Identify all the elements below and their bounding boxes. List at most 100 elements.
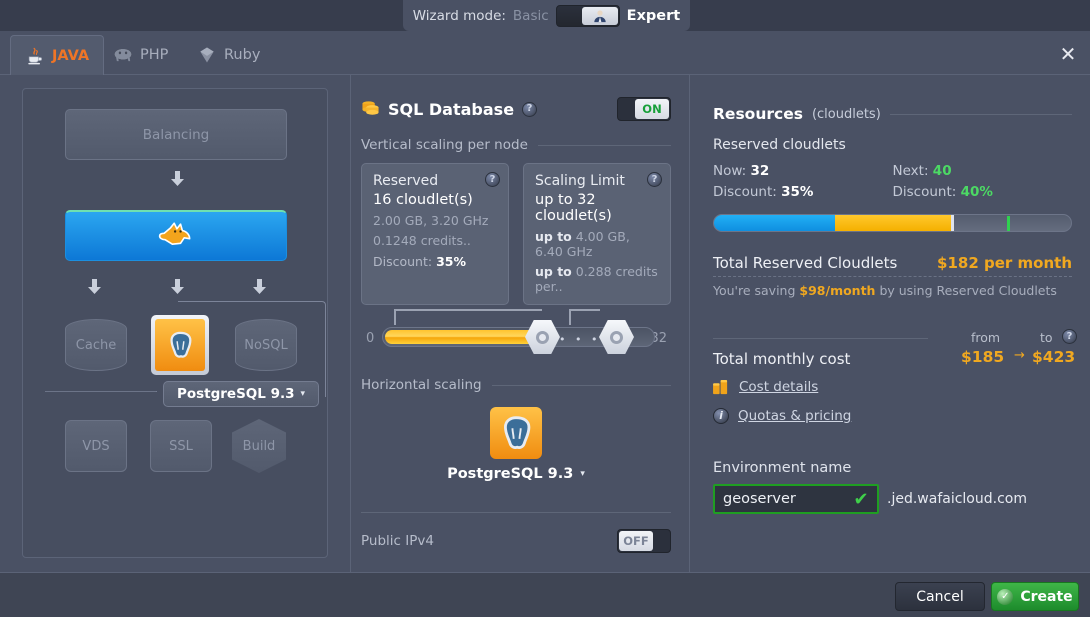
next-label: Next:	[892, 163, 929, 179]
cost-arrow-icon: →	[1014, 348, 1025, 363]
help-icon[interactable]: ?	[522, 101, 538, 117]
cost-details-row[interactable]: Cost details	[713, 379, 1072, 395]
tab-bar: JAVA PHP Ruby	[0, 31, 1090, 75]
reserved-discount-value: 35%	[436, 254, 466, 269]
environment-domain-suffix: .jed.wafaicloud.com	[887, 491, 1027, 507]
topology-panel: Balancing Cache NoSQL PostgreSQL 9.3 ▾ V…	[0, 75, 350, 572]
horizontal-scaling-label: Horizontal scaling	[361, 377, 482, 393]
help-icon[interactable]: ?	[647, 172, 662, 187]
chevron-down-icon[interactable]: ▾	[301, 389, 306, 399]
tab-ruby[interactable]: Ruby	[183, 35, 274, 75]
slider-min-label: 0	[366, 331, 375, 346]
node-nosql[interactable]: NoSQL	[235, 319, 297, 371]
slider-handle-limit[interactable]	[599, 320, 634, 354]
cost-details-link[interactable]: Cost details	[739, 379, 818, 395]
discount-next: Discount: 40%	[893, 183, 1073, 202]
reserved-card-cloudlets: 16 cloudlet(s)	[373, 192, 473, 208]
tomcat-icon	[158, 222, 191, 245]
cloudlets-now-next: Now: 32 Next: 40	[713, 162, 1072, 181]
sql-database-title: SQL Database	[388, 99, 515, 119]
ruby-gem-icon	[200, 47, 214, 63]
topology-divider	[45, 391, 157, 392]
node-cache[interactable]: Cache	[65, 319, 127, 371]
cost-from-value: $185	[961, 348, 1005, 366]
discount-now-next: Discount: 35% Discount: 40%	[713, 183, 1072, 202]
resources-panel: Resources (cloudlets) Reserved cloudlets…	[691, 75, 1090, 572]
node-balancing-label: Balancing	[142, 126, 210, 143]
arrow-down-icon	[171, 171, 184, 189]
topology-canvas: Balancing Cache NoSQL PostgreSQL 9.3 ▾ V…	[22, 88, 328, 558]
vertical-scaling-slider[interactable]: 0 32 • • •	[361, 309, 671, 361]
slider-handle-reserved[interactable]	[525, 320, 560, 354]
slider-leader-right	[569, 309, 600, 325]
postgresql-icon	[490, 407, 542, 459]
horizontal-node-name: PostgreSQL 9.3	[447, 466, 574, 482]
node-ssl-label: SSL	[169, 438, 193, 454]
reserved-card-discount: Discount: 35%	[373, 254, 497, 269]
help-icon[interactable]: ?	[485, 172, 500, 187]
public-ipv4-label: Public IPv4	[361, 533, 434, 549]
discount-now-label: Discount:	[713, 184, 777, 200]
usage-bar-yellow-segment	[835, 215, 952, 231]
php-elephant-icon	[114, 48, 132, 62]
resources-title-suffix: (cloudlets)	[811, 106, 881, 122]
horizontal-node-label[interactable]: PostgreSQL 9.3 ▾	[447, 466, 585, 482]
public-ipv4-toggle[interactable]: OFF	[617, 529, 671, 553]
tab-php[interactable]: PHP	[99, 35, 182, 75]
arrow-down-icon	[253, 279, 266, 297]
divider	[491, 384, 671, 386]
savings-prefix: You're saving	[713, 283, 796, 298]
slider-leader-left	[394, 309, 542, 325]
limit-credits-prefix: up to	[535, 264, 572, 279]
chevron-down-icon[interactable]: ▾	[580, 469, 585, 479]
total-reserved-value: $182 per month	[937, 254, 1072, 272]
info-icon: i	[713, 408, 729, 424]
close-icon[interactable]: ✕	[1054, 40, 1082, 68]
quotas-pricing-row[interactable]: i Quotas & pricing	[713, 408, 1072, 424]
discount-next-value: 40%	[960, 184, 993, 200]
resources-title: Resources	[713, 105, 803, 123]
wizard-mode-expert[interactable]: Expert	[627, 8, 681, 24]
tab-java-label: JAVA	[52, 47, 90, 64]
next-value: 40	[932, 163, 952, 179]
wizard-toggle-knob	[581, 6, 618, 25]
reserved-card-resources: 2.00 GB, 3.20 GHz	[373, 213, 489, 228]
node-sql-database-label[interactable]: PostgreSQL 9.3 ▾	[163, 381, 319, 407]
reserved-card[interactable]: ? Reserved 16 cloudlet(s) 2.00 GB, 3.20 …	[361, 163, 509, 305]
help-icon[interactable]: ?	[1062, 329, 1077, 344]
postgresql-icon	[155, 319, 205, 371]
environment-name-row: ✔ .jed.wafaicloud.com	[713, 484, 1072, 514]
wizard-mode-toggle[interactable]	[555, 4, 620, 27]
cost-to-value: $423	[1032, 348, 1076, 366]
cancel-button-label: Cancel	[916, 588, 964, 605]
person-icon	[593, 9, 606, 22]
environment-name-field[interactable]: ✔	[713, 484, 879, 514]
sql-database-toggle[interactable]: ON	[617, 97, 671, 121]
scaling-limit-card[interactable]: ? Scaling Limit up to 32 cloudlet(s) up …	[523, 163, 671, 305]
total-monthly-cost-row: from to ? Total monthly cost $185 → $423	[713, 320, 1077, 368]
node-build[interactable]: Build	[232, 419, 286, 473]
discount-now-value: 35%	[781, 184, 814, 200]
discount-next-label: Discount:	[892, 184, 957, 200]
node-nosql-label: NoSQL	[244, 337, 288, 353]
discount-now: Discount: 35%	[713, 183, 893, 202]
tab-java[interactable]: JAVA	[10, 35, 105, 75]
wizard-mode-basic[interactable]: Basic	[513, 8, 549, 24]
node-sql-database[interactable]	[151, 315, 209, 375]
create-button[interactable]: ✓ Create	[991, 582, 1079, 611]
node-ssl[interactable]: SSL	[150, 420, 212, 472]
node-vds[interactable]: VDS	[65, 420, 127, 472]
cancel-button[interactable]: Cancel	[895, 582, 985, 611]
node-application-server[interactable]	[65, 210, 287, 261]
reserved-card-credits: 0.1248 credits..	[373, 233, 471, 248]
reserved-discount-label: Discount:	[373, 254, 433, 269]
scaling-cards: ? Reserved 16 cloudlet(s) 2.00 GB, 3.20 …	[361, 163, 671, 305]
node-balancing[interactable]: Balancing	[65, 109, 287, 160]
wizard-mode-switcher[interactable]: Wizard mode: Basic Expert	[403, 0, 690, 31]
quotas-pricing-link[interactable]: Quotas & pricing	[738, 408, 851, 424]
environment-name-label: Environment name	[713, 460, 852, 476]
environment-name-input[interactable]	[715, 491, 845, 507]
divider	[537, 144, 671, 146]
limit-card-title: Scaling Limit	[535, 173, 625, 189]
horizontal-node[interactable]: PostgreSQL 9.3 ▾	[361, 407, 671, 482]
